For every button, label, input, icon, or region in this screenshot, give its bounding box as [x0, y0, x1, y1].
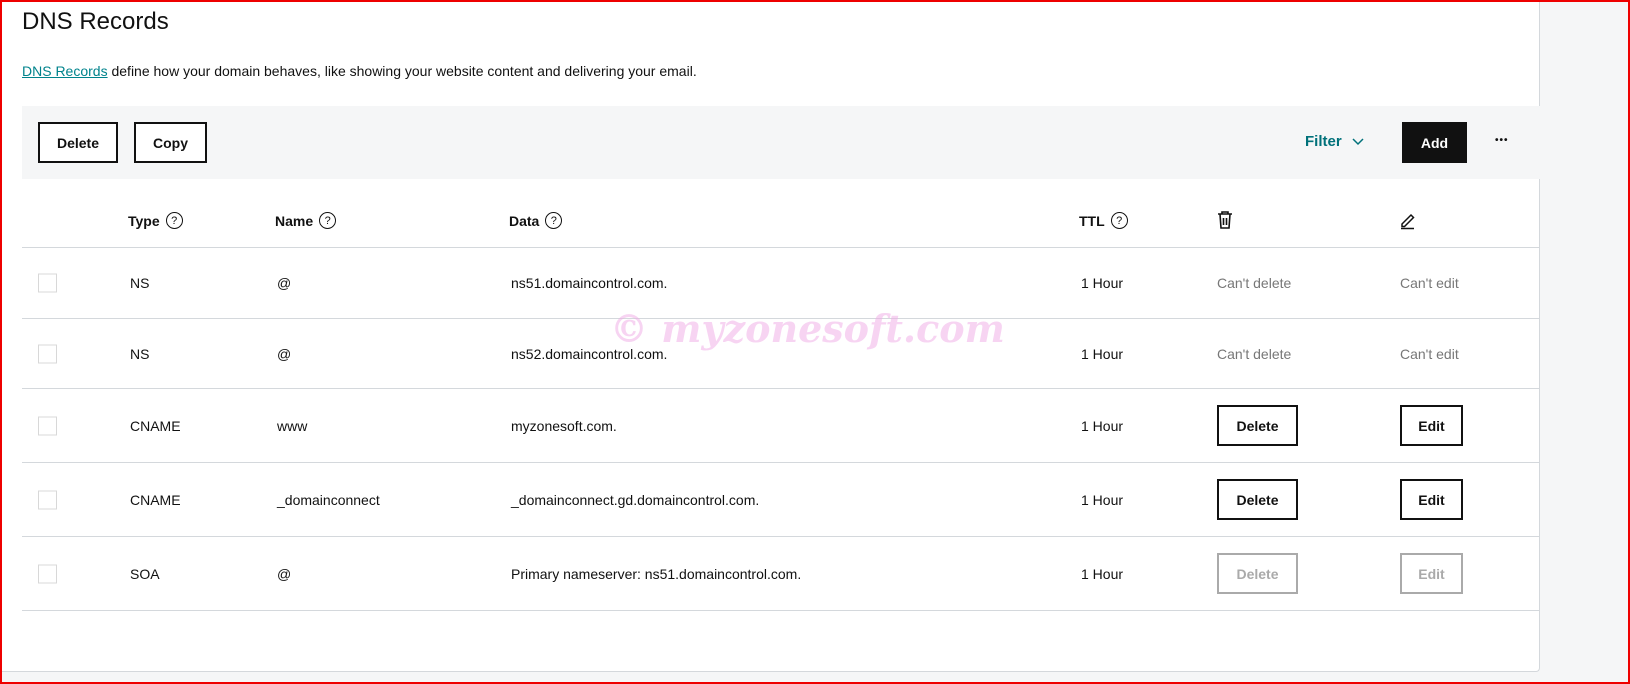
row-edit-button[interactable]: Edit [1400, 405, 1463, 446]
row-edit-button[interactable]: Edit [1400, 479, 1463, 520]
row-checkbox[interactable] [38, 490, 57, 509]
help-icon[interactable]: ? [1110, 212, 1128, 229]
record-type: CNAME [130, 417, 181, 434]
record-data: _domainconnect.gd.domaincontrol.com. [511, 491, 760, 508]
row-edit-button: Edit [1400, 553, 1463, 594]
record-name: www [277, 417, 308, 434]
row-checkbox[interactable] [38, 416, 57, 435]
column-type: Type? [128, 212, 183, 229]
help-icon[interactable]: ? [165, 212, 183, 229]
filter-dropdown[interactable]: Filter [1305, 133, 1364, 150]
column-ttl: TTL? [1079, 212, 1128, 229]
record-type: NS [130, 275, 150, 291]
chevron-down-icon [1352, 137, 1364, 145]
row-checkbox[interactable] [38, 564, 57, 583]
record-ttl: 1 Hour [1081, 491, 1124, 508]
column-data: Data? [509, 212, 563, 229]
table-bottom-divider [22, 610, 1540, 611]
record-type: NS [130, 345, 150, 362]
pencil-icon [1401, 213, 1415, 230]
description: DNS Records define how your domain behav… [22, 63, 697, 79]
record-ttl: 1 Hour [1081, 565, 1124, 582]
row-delete-button: Delete [1217, 553, 1298, 594]
row-delete-button[interactable]: Delete [1217, 405, 1298, 446]
record-data: ns51.domaincontrol.com. [511, 275, 668, 291]
table-row: SOA @ Primary nameserver: ns51.domaincon… [22, 536, 1540, 610]
record-data: Primary nameserver: ns51.domaincontrol.c… [511, 565, 802, 582]
toolbar: Delete Copy Filter Add ••• [22, 106, 1540, 179]
record-type: SOA [130, 565, 160, 582]
filter-label: Filter [1305, 133, 1342, 150]
watermark: © myzonesoft.com [610, 306, 1005, 351]
table-row: CNAME _domainconnect _domainconnect.gd.d… [22, 462, 1540, 536]
record-ttl: 1 Hour [1081, 345, 1124, 362]
record-name: @ [277, 275, 292, 291]
more-options-icon[interactable]: ••• [1495, 135, 1509, 146]
column-name: Name? [275, 212, 337, 229]
table-row: CNAME www myzonesoft.com. 1 Hour Delete E… [22, 388, 1540, 462]
record-data: myzonesoft.com. [511, 417, 617, 434]
cant-delete-text: Can't delete [1217, 275, 1292, 291]
cant-edit-text: Can't edit [1400, 345, 1459, 362]
add-button[interactable]: Add [1402, 122, 1467, 163]
record-type: CNAME [130, 491, 181, 508]
row-checkbox[interactable] [38, 273, 57, 293]
cant-edit-text: Can't edit [1400, 275, 1459, 291]
record-name: @ [277, 565, 292, 582]
record-name: @ [277, 345, 292, 362]
row-checkbox[interactable] [38, 344, 57, 363]
record-ttl: 1 Hour [1081, 275, 1124, 291]
help-icon[interactable]: ? [319, 212, 337, 229]
record-name: _domainconnect [277, 491, 380, 508]
dns-records-link[interactable]: DNS Records [22, 63, 108, 79]
help-icon[interactable]: ? [545, 212, 563, 229]
delete-button[interactable]: Delete [38, 122, 118, 163]
record-ttl: 1 Hour [1081, 417, 1124, 434]
page-title: DNS Records [22, 8, 169, 35]
cant-delete-text: Can't delete [1217, 345, 1292, 362]
copy-button[interactable]: Copy [134, 122, 207, 163]
trash-icon [1218, 211, 1232, 229]
row-delete-button[interactable]: Delete [1217, 479, 1298, 520]
